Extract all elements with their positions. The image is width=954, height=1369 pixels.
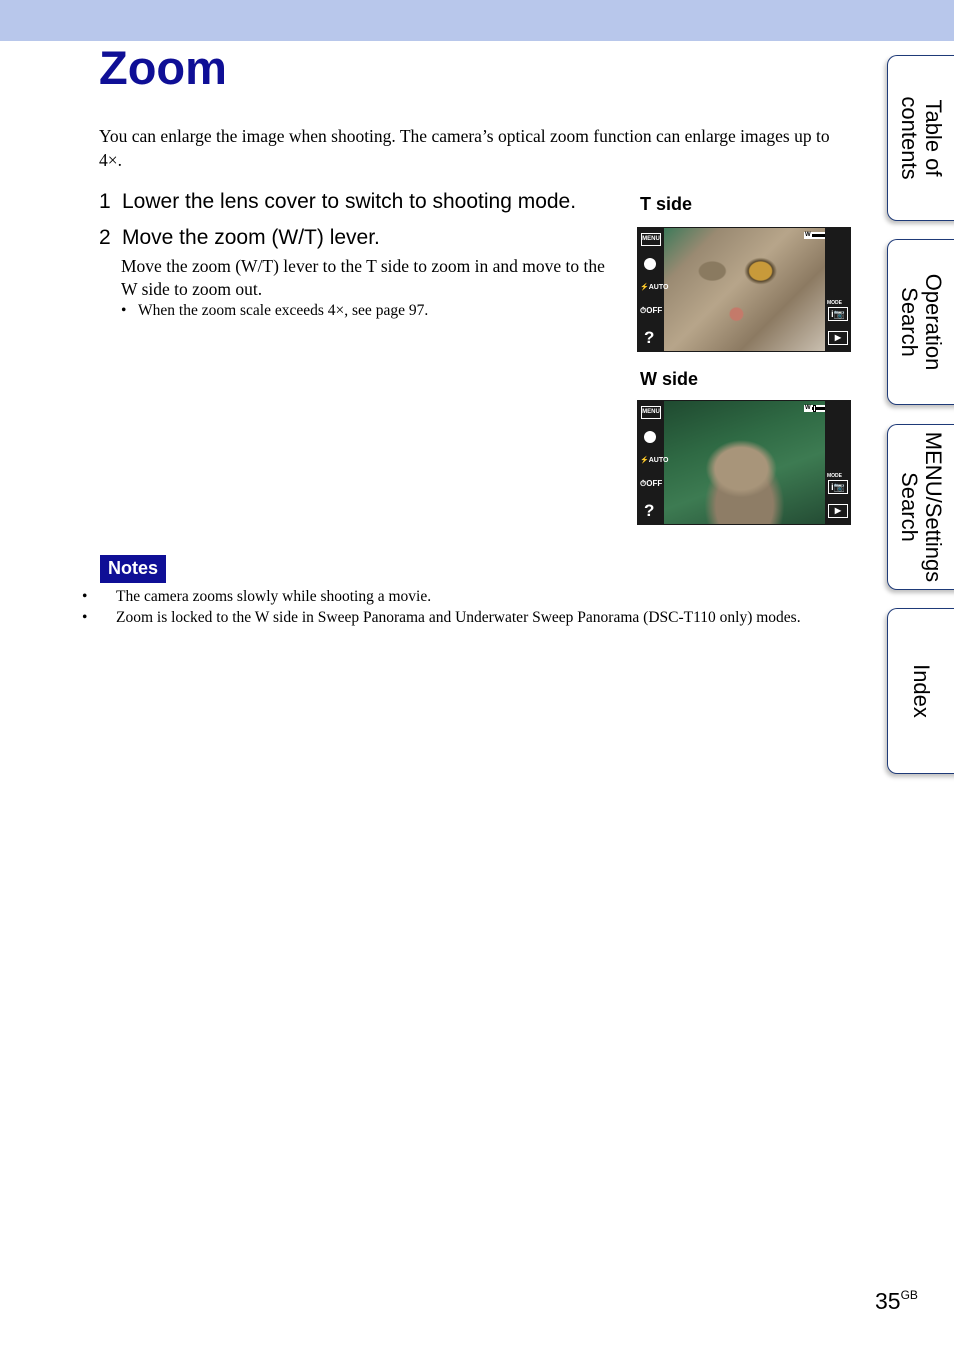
notes-heading: Notes <box>100 555 166 583</box>
playback-icon: ▶ <box>828 504 848 518</box>
bullet-text: When the zoom scale exceeds 4×, see page… <box>138 302 429 319</box>
tab-label: Operation Search <box>897 273 946 371</box>
help-icon: ? <box>644 328 655 347</box>
menu-icon: MENU <box>641 233 661 246</box>
figure-label-w-side: W side <box>640 369 699 389</box>
smile-face-icon <box>644 431 656 443</box>
step-number: 2 <box>99 226 111 249</box>
tab-menu-settings-search[interactable]: MENU/Settings Search <box>887 424 954 590</box>
tab-label: Index <box>909 664 934 718</box>
zoom-w-label: W <box>805 405 811 411</box>
tab-operation-search[interactable]: Operation Search <box>887 239 954 405</box>
flash-auto-icon: ⚡AUTO <box>640 457 669 464</box>
step-2: 2 Move the zoom (W/T) lever. <box>99 226 380 250</box>
camera-screen-t-side: W T MENU ⚡AUTO ⏱OFF ? MODE i📷 ▶ <box>637 227 851 352</box>
right-icon-column: MODE i📷 ▶ <box>825 227 851 352</box>
intelligent-auto-camera-icon: i📷 <box>828 480 848 494</box>
smile-face-icon <box>644 258 656 270</box>
note-item: • Zoom is locked to the W side in Sweep P… <box>82 607 866 629</box>
step-text: Move the zoom (W/T) lever. <box>122 226 380 249</box>
zoom-track <box>812 234 825 237</box>
self-timer-off-icon: ⏱OFF <box>640 306 663 315</box>
playback-icon: ▶ <box>828 331 848 345</box>
self-timer-off-icon: ⏱OFF <box>640 479 663 488</box>
step-text: Lower the lens cover to switch to shooti… <box>122 190 577 213</box>
tab-index[interactable]: Index <box>887 608 954 774</box>
zoom-bar: W T <box>804 405 825 412</box>
bullet-glyph: • <box>82 609 88 626</box>
right-icon-column: MODE i📷 ▶ <box>825 400 851 525</box>
page-number-value: 35 <box>875 1288 901 1314</box>
mode-label: MODE <box>827 300 842 306</box>
zoom-indicator <box>813 405 816 412</box>
page-region-suffix: GB <box>900 1288 918 1302</box>
mode-label: MODE <box>827 473 842 479</box>
page-number: 35GB <box>875 1288 918 1315</box>
step-2-bullet: • When the zoom scale exceeds 4×, see pag… <box>121 302 428 320</box>
tab-label: Table of contents <box>897 96 946 180</box>
header-band <box>0 0 954 41</box>
note-item: • The camera zooms slowly while shooting … <box>82 586 866 608</box>
tab-label: MENU/Settings Search <box>897 431 946 583</box>
intelligent-auto-camera-icon: i📷 <box>828 307 848 321</box>
step-2-description: Move the zoom (W/T) lever to the T side … <box>121 256 605 299</box>
menu-icon: MENU <box>641 406 661 419</box>
flash-auto-icon: ⚡AUTO <box>640 284 669 291</box>
tab-table-of-contents[interactable]: Table of contents <box>887 55 954 221</box>
bullet-glyph: • <box>82 588 88 605</box>
step-1: 1 Lower the lens cover to switch to shoot… <box>99 190 576 214</box>
cat-wide-photo: W T <box>664 401 825 524</box>
help-icon: ? <box>644 501 655 520</box>
figure-label-t-side: T side <box>640 194 693 214</box>
zoom-bar: W T <box>804 232 825 239</box>
left-icon-column: MENU ⚡AUTO ⏱OFF ? <box>637 400 668 525</box>
zoom-track <box>812 405 825 412</box>
bullet-glyph: • <box>121 302 127 319</box>
intro-paragraph: You can enlarge the image when shooting.… <box>99 126 830 170</box>
cat-closeup-photo: W T <box>664 228 825 351</box>
page-title: Zoom <box>99 41 227 94</box>
note-text: Zoom is locked to the W side in Sweep Pa… <box>116 609 801 626</box>
left-icon-column: MENU ⚡AUTO ⏱OFF ? <box>637 227 668 352</box>
note-text: The camera zooms slowly while shooting a… <box>116 588 432 605</box>
zoom-w-label: W <box>805 232 811 238</box>
camera-screen-w-side: W T MENU ⚡AUTO ⏱OFF ? MODE i📷 ▶ <box>637 400 851 525</box>
step-number: 1 <box>99 190 111 213</box>
